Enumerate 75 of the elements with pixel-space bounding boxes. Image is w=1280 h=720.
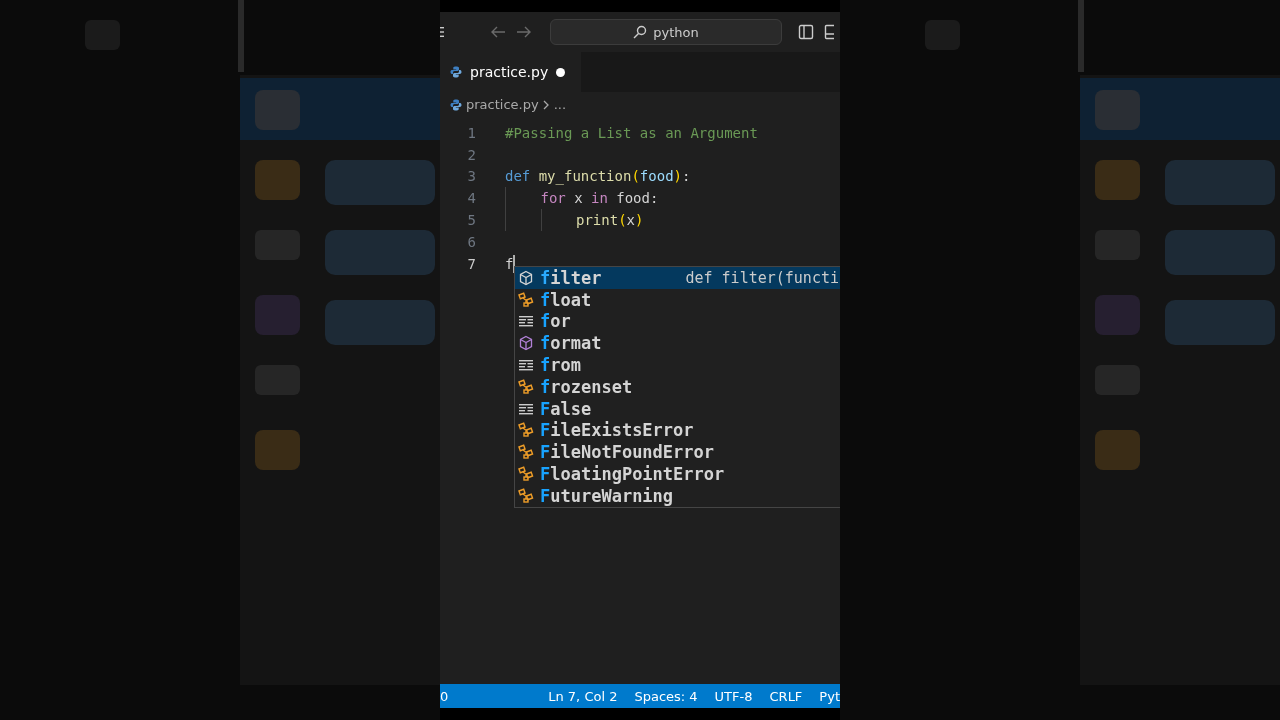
status-item[interactable]: Pyt bbox=[819, 688, 840, 704]
class-icon bbox=[518, 466, 534, 483]
code-token: ) bbox=[673, 168, 682, 185]
editor-tab[interactable]: practice.py bbox=[440, 52, 582, 92]
class-icon bbox=[518, 422, 534, 439]
code-token: x bbox=[626, 212, 636, 229]
panel-bottom-icon[interactable] bbox=[824, 24, 834, 40]
suggestion-label: FutureWarning bbox=[540, 485, 674, 506]
suggestion-label: for bbox=[540, 311, 571, 332]
code-token: x bbox=[574, 190, 583, 207]
code-token: in bbox=[591, 190, 608, 207]
search-icon bbox=[633, 25, 648, 39]
suggestion-item[interactable]: FloatingPointError bbox=[515, 463, 840, 485]
code-token: #Passing a List as an Argument bbox=[505, 124, 758, 141]
class-icon bbox=[518, 291, 534, 308]
suggestion-label: filter bbox=[540, 267, 602, 288]
suggestion-detail: def filter(functi bbox=[685, 268, 840, 287]
python-file-icon bbox=[450, 66, 462, 78]
code-token: : bbox=[682, 168, 691, 185]
chevron-icon bbox=[542, 99, 550, 110]
status-item[interactable]: CRLF bbox=[769, 688, 803, 704]
suggestion-item[interactable]: format bbox=[515, 332, 840, 355]
code-token: def bbox=[505, 168, 531, 185]
class-icon bbox=[518, 444, 534, 461]
python-file-icon bbox=[450, 98, 462, 111]
menu-icon[interactable] bbox=[440, 26, 444, 38]
panel-layout-icon[interactable] bbox=[798, 24, 814, 40]
cube-icon bbox=[518, 335, 534, 352]
suggestion-item[interactable]: FileNotFoundError bbox=[515, 441, 840, 464]
tab-label: practice.py bbox=[470, 64, 549, 80]
line-number: 4 bbox=[466, 190, 476, 207]
code-token: food: bbox=[616, 190, 659, 207]
suggestion-label: FloatingPointError bbox=[540, 464, 725, 485]
code-token: food bbox=[639, 168, 674, 185]
class-icon bbox=[518, 378, 534, 395]
suggestion-item[interactable]: FutureWarning bbox=[515, 484, 840, 507]
suggestion-item[interactable]: for bbox=[515, 310, 840, 333]
status-item[interactable]: Ln 7, Col 2 bbox=[548, 688, 618, 704]
status-item[interactable]: Spaces: 4 bbox=[634, 688, 698, 704]
suggestion-item[interactable]: from bbox=[515, 354, 840, 376]
code-token: for bbox=[540, 190, 566, 207]
line-number: 6 bbox=[466, 233, 476, 250]
search-text: python bbox=[653, 24, 699, 40]
class-icon bbox=[518, 487, 534, 504]
status-item[interactable]: 0 bbox=[440, 688, 449, 704]
search-field[interactable]: python bbox=[550, 19, 782, 45]
line-number: 2 bbox=[466, 146, 476, 163]
status-item[interactable]: UTF-8 bbox=[714, 688, 753, 704]
code-token: ( bbox=[618, 212, 627, 229]
suggestion-label: format bbox=[540, 333, 602, 354]
suggestion-label: False bbox=[540, 398, 592, 419]
suggestion-item[interactable]: filter def filter(functi bbox=[515, 267, 840, 289]
suggestion-label: FileExistsError bbox=[540, 420, 694, 441]
line-number: 7 bbox=[466, 255, 476, 272]
suggestion-label: frozenset bbox=[540, 376, 633, 397]
suggestion-item[interactable]: FileExistsError bbox=[515, 419, 840, 442]
back-arrow-icon[interactable] bbox=[490, 25, 506, 39]
code-token: ) bbox=[635, 212, 644, 229]
suggestion-item[interactable]: frozenset bbox=[515, 376, 840, 398]
suggestion-label: from bbox=[540, 355, 581, 376]
code-token: f bbox=[505, 255, 514, 272]
suggestion-label: FileNotFoundError bbox=[540, 442, 714, 463]
line-number: 5 bbox=[466, 212, 476, 229]
code-token: print bbox=[576, 212, 619, 229]
code-token: ( bbox=[631, 168, 640, 185]
code-token: my_function bbox=[538, 168, 632, 185]
line-number: 3 bbox=[466, 168, 476, 185]
breadcrumb-item[interactable]: ... bbox=[553, 97, 567, 112]
suggestion-item[interactable]: False bbox=[515, 397, 840, 420]
breadcrumb-item[interactable]: practice.py bbox=[466, 97, 539, 112]
line-number: 1 bbox=[466, 124, 476, 141]
forward-arrow-icon[interactable] bbox=[516, 25, 532, 39]
suggestion-item[interactable]: float bbox=[515, 288, 840, 311]
suggestion-label: float bbox=[540, 289, 592, 310]
cube-icon bbox=[518, 269, 534, 286]
